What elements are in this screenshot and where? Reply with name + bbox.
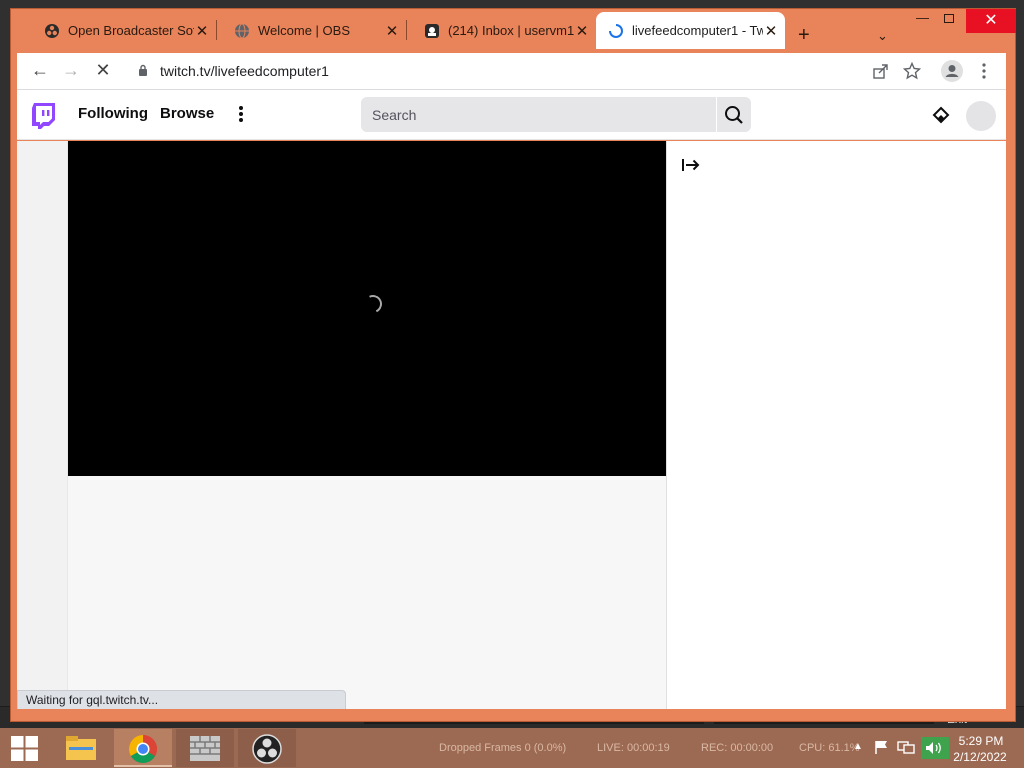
action-center-flag-icon[interactable] (874, 740, 890, 754)
side-nav-collapsed (17, 141, 68, 709)
tab-welcome-obs[interactable]: Welcome | OBS ✕ (216, 12, 406, 49)
channel-info-area (68, 476, 666, 709)
browser-menu-icon[interactable] (975, 62, 993, 80)
tab-label: Welcome | OBS (258, 23, 350, 38)
expand-chat-icon[interactable] (681, 156, 701, 174)
url-text[interactable]: twitch.tv/livefeedcomputer1 (160, 63, 329, 79)
tab-livefeedcomputer1[interactable]: livefeedcomputer1 - Tw ✕ (596, 12, 785, 49)
obs-icon (45, 23, 59, 38)
chrome-icon (129, 735, 157, 763)
search-button[interactable] (717, 97, 751, 132)
search-icon (725, 106, 743, 124)
volume-icon (926, 742, 941, 754)
search-input[interactable] (361, 97, 716, 132)
tab-close-icon[interactable]: ✕ (574, 22, 590, 40)
obs-live-timer: LIVE: 00:00:19 (597, 742, 670, 754)
stop-loading-icon[interactable]: ✕ (91, 60, 115, 81)
more-options-icon[interactable] (236, 104, 246, 124)
file-explorer-icon (66, 736, 96, 760)
back-arrow-icon[interactable]: ← (28, 60, 52, 81)
twitch-logo-icon[interactable] (31, 102, 56, 130)
tab-close-icon[interactable]: ✕ (194, 22, 210, 40)
volume-tray[interactable] (921, 737, 949, 759)
firewall-icon (190, 736, 220, 761)
taskbar-firewall-app[interactable] (176, 729, 234, 767)
bookmark-star-icon[interactable] (903, 62, 921, 80)
share-icon[interactable] (872, 62, 890, 80)
minimize-icon[interactable]: — (916, 10, 929, 25)
taskbar-chrome[interactable] (114, 729, 172, 767)
tab-close-icon[interactable]: ✕ (763, 22, 779, 40)
windows-start-icon[interactable] (11, 736, 38, 761)
loading-spinner-icon (609, 23, 623, 38)
taskbar-file-explorer[interactable] (52, 729, 110, 767)
following-link[interactable]: Following (78, 105, 148, 122)
status-bubble: Waiting for gql.twitch.tv... (17, 690, 346, 709)
window-close-icon[interactable]: ✕ (966, 9, 1016, 33)
prime-crown-icon[interactable] (932, 106, 950, 124)
tab-obs-software[interactable]: Open Broadcaster Softw ✕ (26, 12, 216, 49)
tab-label: livefeedcomputer1 - Tw (632, 23, 763, 38)
taskbar-obs[interactable] (238, 729, 296, 767)
user-avatar[interactable] (966, 101, 996, 131)
mail-icon (425, 23, 439, 38)
taskbar-clock-date[interactable]: 2/12/2022 (950, 750, 1010, 764)
tab-label: (214) Inbox | uservm12 (448, 23, 574, 38)
obs-icon (252, 734, 282, 764)
tab-close-icon[interactable]: ✕ (384, 22, 400, 40)
tab-inbox[interactable]: (214) Inbox | uservm12 ✕ (406, 12, 596, 49)
tray-expand-icon[interactable]: ▲ (853, 741, 863, 752)
obs-cpu-usage: CPU: 61.1% (799, 742, 860, 754)
obs-rec-timer: REC: 00:00:00 (701, 742, 774, 754)
new-tab-button[interactable]: + (798, 25, 810, 45)
lock-icon[interactable] (138, 64, 148, 76)
profile-icon[interactable] (941, 60, 963, 82)
browse-link[interactable]: Browse (160, 105, 214, 122)
obs-dropped-frames: Dropped Frames 0 (0.0%) (439, 742, 567, 754)
tab-label: Open Broadcaster Softw (68, 23, 194, 38)
forward-arrow-icon[interactable]: → (59, 60, 83, 81)
chat-panel (666, 141, 1006, 709)
network-icon[interactable] (897, 740, 915, 754)
tab-search-chevron-icon[interactable]: ⌄ (877, 28, 888, 44)
taskbar-clock-time[interactable]: 5:29 PM (955, 734, 1007, 748)
maximize-icon[interactable] (944, 14, 954, 23)
globe-icon (235, 23, 249, 38)
